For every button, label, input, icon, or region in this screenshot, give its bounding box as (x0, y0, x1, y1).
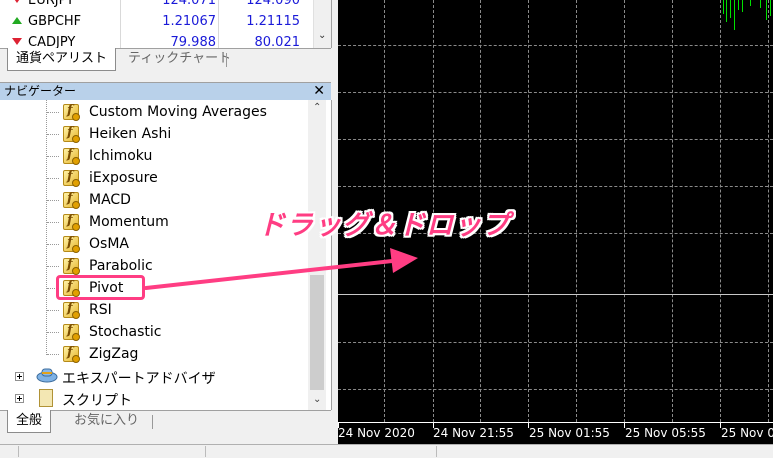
scroll-down-icon[interactable]: ⌄ (318, 30, 326, 41)
expand-icon[interactable] (15, 372, 24, 381)
navigator-tabs: 全般 お気に入り (0, 410, 331, 435)
ask-price: 1.21115 (246, 14, 300, 29)
tree-item-pivot[interactable]: Pivot (0, 277, 300, 299)
tab-favorites[interactable]: お気に入り (66, 410, 147, 432)
indicator-label: Ichimoku (89, 148, 153, 164)
indicator-icon (63, 147, 80, 165)
indicator-label: RSI (89, 302, 112, 318)
ask-price: 80.021 (254, 35, 301, 48)
time-label: 25 Nov 09 (721, 426, 773, 440)
tree-item-iexposure[interactable]: iExposure (0, 167, 300, 189)
market-watch-panel: EURJPY 124.071 124.090 GBPCHF 1.21067 1.… (0, 0, 332, 48)
time-label: 24 Nov 2020 (338, 426, 415, 440)
indicator-icon (63, 323, 80, 341)
navigator-tree: Custom Moving Averages Heiken Ashi Ichim… (0, 100, 332, 410)
price-line (338, 294, 773, 295)
indicator-label: Custom Moving Averages (89, 104, 267, 120)
time-label: 25 Nov 05:55 (625, 426, 706, 440)
candle (730, 0, 731, 18)
navigator-title: ナビゲーター (4, 84, 77, 98)
folder-label: エキスパートアドバイザ (62, 371, 216, 387)
column-divider (120, 0, 121, 48)
ask-price: 124.090 (246, 0, 300, 8)
tree-item-heiken-ashi[interactable]: Heiken Ashi (0, 123, 300, 145)
candle (750, 0, 751, 6)
price-down-icon (12, 0, 22, 3)
pivot-highlight-box (56, 275, 145, 300)
indicator-icon (63, 213, 80, 231)
expand-icon[interactable] (15, 394, 24, 403)
indicator-icon (63, 191, 80, 209)
time-label: 25 Nov 01:55 (529, 426, 610, 440)
market-watch-row[interactable]: GBPCHF 1.21067 1.21115 (0, 11, 312, 32)
time-axis: 24 Nov 2020 24 Nov 21:55 25 Nov 01:55 25… (338, 422, 773, 445)
tree-folder-scripts[interactable]: スクリプト (0, 387, 300, 409)
scrollbar-thumb[interactable] (310, 275, 324, 390)
bid-price: 124.071 (162, 0, 216, 8)
indicator-label: Heiken Ashi (89, 126, 172, 142)
indicator-icon (63, 301, 80, 319)
drag-and-drop-annotation: ドラッグ＆ドロップ (258, 210, 510, 241)
bid-price: 1.21067 (162, 14, 216, 29)
candle (738, 0, 739, 10)
bid-price: 79.988 (170, 35, 217, 48)
navigator-header: ナビゲーター ✕ (0, 82, 331, 100)
folder-label: スクリプト (62, 393, 132, 409)
close-icon[interactable]: ✕ (313, 83, 325, 100)
tree-item-parabolic[interactable]: Parabolic (0, 255, 300, 277)
tree-item-momentum[interactable]: Momentum (0, 211, 300, 233)
symbol: GBPCHF (28, 14, 82, 29)
candle (734, 0, 735, 30)
tab-general[interactable]: 全般 (7, 410, 52, 433)
candle (726, 0, 727, 22)
column-divider (218, 0, 219, 48)
indicator-label: iExposure (89, 170, 158, 186)
candle (742, 0, 743, 12)
tree-item-zigzag[interactable]: ZigZag (0, 343, 300, 365)
indicator-icon (63, 103, 80, 121)
indicator-label: ZigZag (89, 346, 139, 362)
price-down-icon (12, 38, 22, 45)
price-up-icon (12, 17, 22, 24)
status-bar (0, 444, 773, 458)
indicator-label: OsMA (89, 236, 129, 252)
time-label: 24 Nov 21:55 (433, 426, 514, 440)
navigator-scrollbar[interactable]: ⌃ ⌄ (308, 100, 326, 410)
indicator-icon (63, 235, 80, 253)
scroll-up-icon[interactable]: ⌃ (313, 102, 321, 113)
indicator-label: Parabolic (89, 258, 153, 274)
indicator-label: MACD (89, 192, 131, 208)
tree-item-custom-moving-averages[interactable]: Custom Moving Averages (0, 101, 300, 123)
market-watch-tabs: 通貨ペアリスト ティックチャート (0, 48, 331, 73)
tree-item-ichimoku[interactable]: Ichimoku (0, 145, 300, 167)
candle (770, 0, 771, 16)
tab-tick-chart[interactable]: ティックチャート (120, 48, 239, 70)
tree-item-stochastic[interactable]: Stochastic (0, 321, 300, 343)
tree-item-osma[interactable]: OsMA (0, 233, 300, 255)
tab-separator (226, 53, 227, 67)
indicator-label: Stochastic (89, 324, 162, 340)
market-watch-row[interactable]: CADJPY 79.988 80.021 (0, 32, 312, 48)
symbol: EURJPY (28, 0, 75, 8)
tab-symbols[interactable]: 通貨ペアリスト (7, 48, 117, 71)
tab-separator (152, 415, 153, 429)
candle (760, 0, 761, 8)
indicator-icon (63, 125, 80, 143)
scroll-down-icon[interactable]: ⌄ (313, 394, 321, 405)
tree-item-macd[interactable]: MACD (0, 189, 300, 211)
symbol: CADJPY (28, 35, 76, 48)
expert-advisor-icon (36, 368, 58, 383)
indicator-icon (63, 345, 80, 363)
market-watch-scrollbar[interactable]: ⌄ (313, 0, 331, 48)
candle (766, 0, 767, 20)
indicator-label: Momentum (89, 214, 169, 230)
script-icon (39, 389, 53, 407)
tree-folder-expert-advisors[interactable]: エキスパートアドバイザ (0, 365, 300, 387)
candle (723, 0, 724, 14)
market-watch-row[interactable]: EURJPY 124.071 124.090 (0, 0, 312, 11)
indicator-icon (63, 169, 80, 187)
indicator-icon (63, 257, 80, 275)
tree-item-rsi[interactable]: RSI (0, 299, 300, 321)
